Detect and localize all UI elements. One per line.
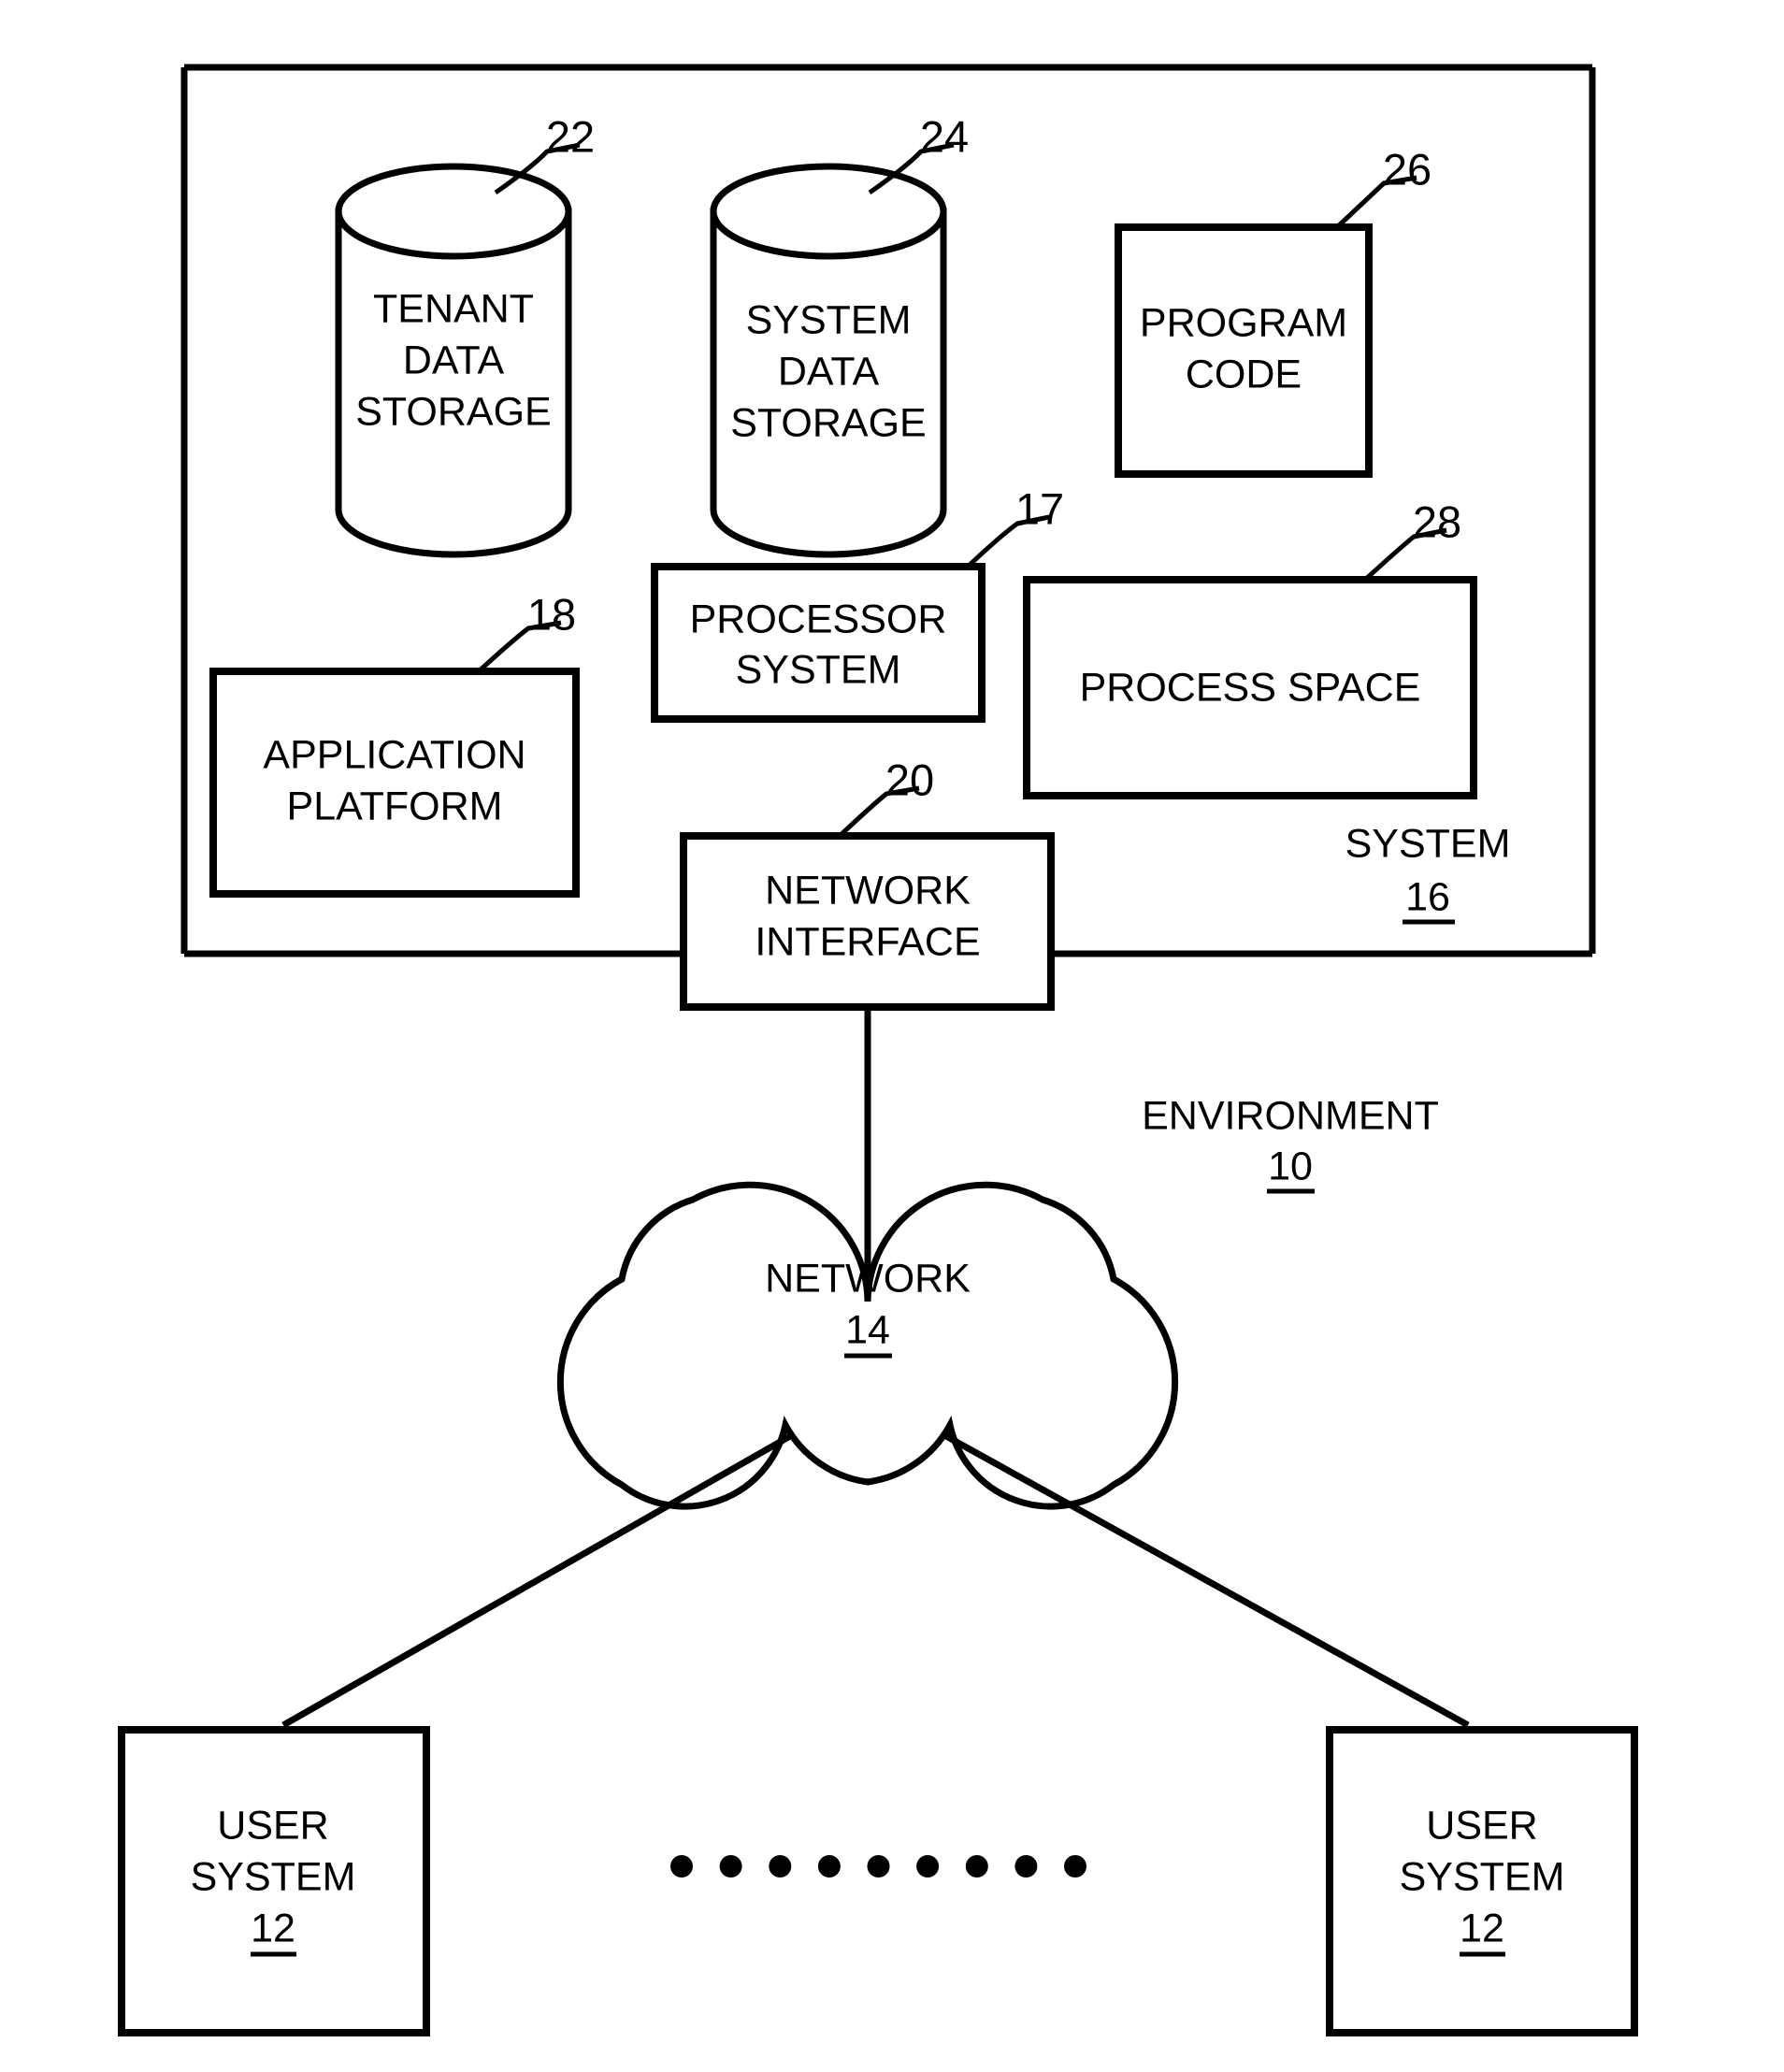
user-system-right-ref-12: 12 bbox=[1460, 1906, 1504, 1950]
ref-numeral-20: 20 bbox=[885, 755, 934, 804]
ref-numeral-17: 17 bbox=[1015, 483, 1064, 533]
ref-numeral-24: 24 bbox=[920, 111, 969, 161]
tenant-data-storage-label-line1: TENANT bbox=[373, 286, 534, 331]
ellipsis-dot bbox=[867, 1855, 890, 1878]
ref-numeral-22: 22 bbox=[546, 111, 595, 161]
ellipsis-dot bbox=[670, 1855, 693, 1878]
network-interface-label-line2: INTERFACE bbox=[755, 919, 980, 964]
system-data-storage-node[interactable]: SYSTEM DATA STORAGE 24 bbox=[710, 111, 969, 558]
user-system-right-node[interactable]: USER SYSTEM 12 bbox=[1326, 1726, 1638, 2036]
tenant-data-storage-label-line2: DATA bbox=[403, 338, 505, 382]
user-system-right-label-line1: USER bbox=[1426, 1803, 1537, 1848]
system-data-storage-label-line3: STORAGE bbox=[730, 400, 926, 445]
system-data-storage-cylinder-top bbox=[710, 163, 947, 260]
tenant-data-storage-node[interactable]: TENANT DATA STORAGE 22 bbox=[335, 111, 595, 558]
program-code-node[interactable]: PROGRAM CODE 26 bbox=[1115, 144, 1432, 478]
user-system-left-label-line1: USER bbox=[217, 1803, 328, 1848]
ref-numeral-26: 26 bbox=[1383, 144, 1432, 194]
ellipsis-dot bbox=[1064, 1855, 1086, 1878]
program-code-label-line1: PROGRAM bbox=[1140, 300, 1347, 345]
ellipsis-dot bbox=[965, 1855, 988, 1878]
program-code-label-line2: CODE bbox=[1186, 352, 1302, 396]
user-system-left-ref-12: 12 bbox=[251, 1906, 295, 1950]
environment-label: ENVIRONMENT 10 bbox=[1142, 1093, 1439, 1194]
application-platform-label-line2: PLATFORM bbox=[287, 784, 503, 828]
ellipsis-dot bbox=[817, 1855, 841, 1878]
ref-numeral-28: 28 bbox=[1413, 496, 1461, 546]
application-platform-label-line1: APPLICATION bbox=[263, 732, 525, 777]
network-interface-node[interactable]: NETWORK INTERFACE 20 bbox=[680, 755, 1055, 1011]
figure-canvas: TENANT DATA STORAGE 22 SYSTEM DATA STORA… bbox=[118, 64, 1638, 2036]
environment-label-text: ENVIRONMENT bbox=[1142, 1093, 1439, 1138]
patent-figure: TENANT DATA STORAGE 22 SYSTEM DATA STORA… bbox=[0, 0, 1784, 2072]
tenant-data-storage-label-line3: STORAGE bbox=[355, 389, 551, 434]
process-space-label-line1: PROCESS SPACE bbox=[1080, 665, 1421, 710]
ref-numeral-18: 18 bbox=[527, 589, 576, 639]
system-label-text: SYSTEM bbox=[1345, 821, 1511, 866]
network-interface-label-line1: NETWORK bbox=[765, 868, 971, 913]
connector-network-to-user-system-left bbox=[281, 1432, 792, 1729]
system-data-storage-label-line2: DATA bbox=[778, 349, 880, 394]
program-code-box bbox=[1115, 223, 1373, 478]
user-system-right-label-line2: SYSTEM bbox=[1400, 1854, 1565, 1899]
ellipsis-dot bbox=[769, 1855, 792, 1878]
application-platform-box bbox=[209, 668, 580, 898]
ellipsis-dot bbox=[916, 1855, 940, 1878]
environment-ref-10: 10 bbox=[1268, 1144, 1313, 1188]
user-system-left-label-line2: SYSTEM bbox=[191, 1854, 356, 1899]
system-container-label: SYSTEM 16 bbox=[1345, 821, 1511, 925]
tenant-data-storage-cylinder-top bbox=[335, 163, 572, 260]
system-data-storage-label-line1: SYSTEM bbox=[746, 297, 912, 342]
system-ref-16: 16 bbox=[1405, 874, 1450, 919]
processor-system-label-line1: PROCESSOR bbox=[690, 597, 947, 641]
network-cloud-ref-14: 14 bbox=[845, 1307, 890, 1352]
user-system-left-node[interactable]: USER SYSTEM 12 bbox=[118, 1726, 430, 2036]
user-systems-ellipsis bbox=[670, 1855, 1086, 1878]
processor-system-box bbox=[651, 563, 986, 723]
connector-network-to-user-system-right bbox=[944, 1432, 1470, 1729]
processor-system-label-line2: SYSTEM bbox=[736, 647, 901, 692]
process-space-node[interactable]: PROCESS SPACE 28 bbox=[1023, 496, 1477, 799]
network-cloud-label: NETWORK bbox=[765, 1256, 971, 1301]
ellipsis-dot bbox=[1014, 1855, 1038, 1878]
application-platform-node[interactable]: APPLICATION PLATFORM 18 bbox=[209, 589, 580, 898]
ellipsis-dot bbox=[719, 1855, 742, 1878]
tenant-data-storage-cylinder-body bbox=[335, 208, 572, 558]
